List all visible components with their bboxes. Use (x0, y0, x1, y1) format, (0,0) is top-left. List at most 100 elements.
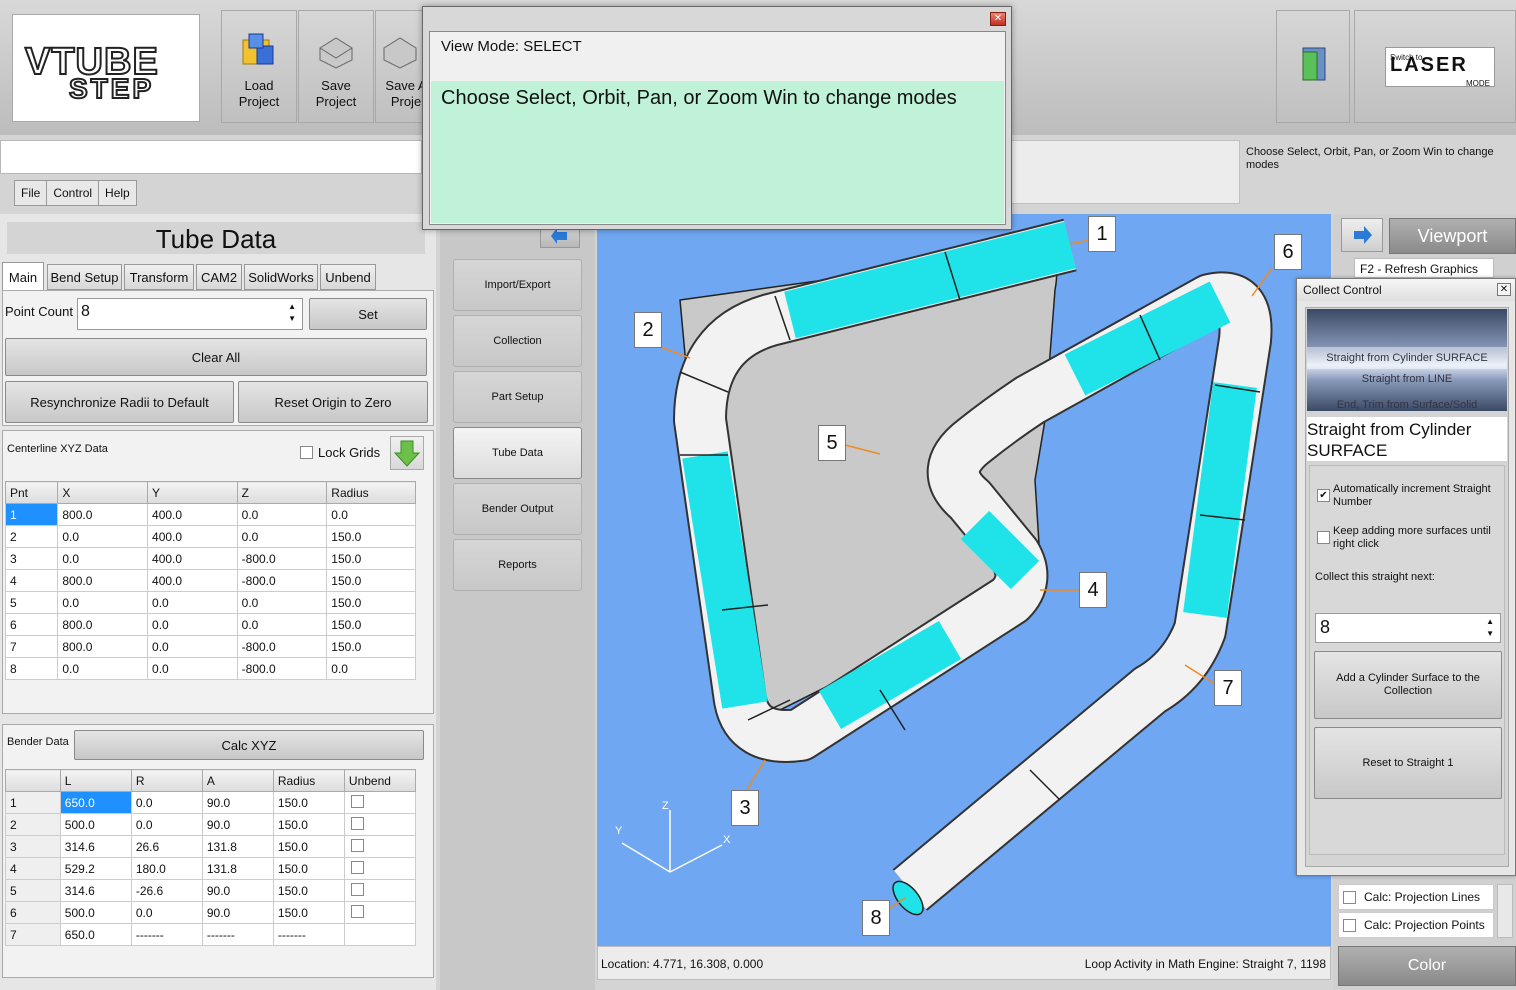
xyz-cell[interactable]: 0.0 (57, 525, 149, 548)
xyz-col-header[interactable]: Y (147, 481, 238, 504)
unbend-cell[interactable] (343, 857, 417, 880)
bender-cell[interactable]: 150.0 (272, 835, 345, 858)
xyz-cell[interactable]: 0.0 (147, 613, 238, 636)
unbend-cell[interactable] (343, 901, 417, 924)
bender-row[interactable]: 6 500.0 0.0 90.0 150.0 (5, 901, 417, 924)
bender-cell[interactable]: 5 (5, 879, 61, 902)
refresh-graphics-item[interactable]: F2 - Refresh Graphics (1354, 258, 1494, 278)
bender-row[interactable]: 5 314.6 -26.6 90.0 150.0 (5, 879, 417, 902)
xyz-cell[interactable]: 400.0 (147, 503, 238, 526)
calc-xyz-button[interactable]: Calc XYZ (74, 730, 424, 760)
xyz-cell[interactable]: 0.0 (326, 503, 416, 526)
side-reports[interactable]: Reports (453, 539, 582, 591)
xyz-cell[interactable]: -800.0 (236, 657, 328, 680)
clear-all-button[interactable]: Clear All (5, 338, 427, 376)
xyz-cell[interactable]: 800.0 (57, 569, 149, 592)
collect-type-list[interactable]: Straight from Cylinder SURFACE Straight … (1307, 309, 1507, 411)
bender-cell[interactable]: 650.0 (59, 791, 132, 814)
xyz-cell[interactable]: 150.0 (326, 569, 416, 592)
bender-col-header[interactable]: Radius (272, 769, 345, 792)
calc-points-checkbox[interactable] (1343, 918, 1356, 932)
auto-increment-checkbox[interactable]: ✔ (1317, 489, 1330, 502)
collect-type-item-1[interactable]: Straight from Cylinder SURFACE (1307, 347, 1507, 369)
bender-row[interactable]: 7 650.0 ------- ------- ------- (5, 923, 417, 946)
menu-help[interactable]: Help (99, 181, 136, 205)
xyz-row[interactable]: 3 0.0 400.0 -800.0 150.0 (4, 547, 416, 570)
xyz-cell[interactable]: 0.0 (326, 657, 416, 680)
load-project-button[interactable]: Load Project (221, 10, 297, 123)
bender-cell[interactable]: 0.0 (130, 901, 203, 924)
resync-radii-button[interactable]: Resynchronize Radii to Default (5, 381, 234, 423)
right-panel-scrollbar[interactable] (1497, 884, 1513, 938)
xyz-col-header[interactable]: Z (236, 481, 328, 504)
bender-cell[interactable]: 4 (5, 857, 61, 880)
xyz-cell[interactable]: 7 (4, 635, 59, 658)
bender-col-header[interactable]: A (201, 769, 274, 792)
bender-row[interactable]: 3 314.6 26.6 131.8 150.0 (5, 835, 417, 858)
keep-adding-checkbox[interactable] (1317, 531, 1330, 544)
xyz-row[interactable]: 5 0.0 0.0 0.0 150.0 (4, 591, 416, 614)
bender-cell[interactable]: -26.6 (130, 879, 203, 902)
bender-cell[interactable]: 1 (5, 791, 61, 814)
expand-button[interactable] (1341, 218, 1383, 252)
xyz-row[interactable]: 7 800.0 0.0 -800.0 150.0 (4, 635, 416, 658)
xyz-cell[interactable]: 150.0 (326, 525, 416, 548)
graphics-viewport[interactable] (597, 214, 1331, 946)
xyz-col-header[interactable]: X (57, 481, 149, 504)
xyz-cell[interactable]: 150.0 (326, 613, 416, 636)
add-cylinder-surface-button[interactable]: Add a Cylinder Surface to the Collection (1314, 651, 1502, 719)
unbend-checkbox[interactable] (350, 838, 364, 852)
xyz-cell[interactable]: 400.0 (147, 547, 238, 570)
bender-cell[interactable]: 529.2 (59, 857, 132, 880)
xyz-cell[interactable]: 8 (4, 657, 59, 680)
lock-grids-checkbox[interactable] (300, 446, 313, 459)
bender-cell[interactable]: 6 (5, 901, 61, 924)
unbend-cell[interactable] (343, 923, 417, 946)
bender-cell[interactable]: 0.0 (130, 813, 203, 836)
xyz-cell[interactable]: -800.0 (236, 569, 328, 592)
xyz-cell[interactable]: 150.0 (326, 591, 416, 614)
side-part-setup[interactable]: Part Setup (453, 371, 582, 423)
side-import-export[interactable]: Import/Export (453, 259, 582, 311)
xyz-col-header[interactable]: Pnt (4, 481, 59, 504)
bender-cell[interactable]: 650.0 (59, 923, 132, 946)
bender-cell[interactable]: 131.8 (201, 835, 274, 858)
unbend-checkbox[interactable] (350, 816, 364, 830)
xyz-cell[interactable]: 0.0 (57, 657, 149, 680)
reset-origin-button[interactable]: Reset Origin to Zero (238, 381, 428, 423)
side-collection[interactable]: Collection (453, 315, 582, 367)
bender-cell[interactable]: 131.8 (201, 857, 274, 880)
xyz-cell[interactable]: 400.0 (147, 569, 238, 592)
bender-cell[interactable]: 90.0 (201, 791, 274, 814)
bender-cell[interactable]: 3 (5, 835, 61, 858)
save-project-button[interactable]: Save Project (298, 10, 374, 123)
calc-projection-points-item[interactable]: Calc: Projection Points (1338, 912, 1494, 938)
tab-transform[interactable]: Transform (124, 264, 194, 290)
xyz-cell[interactable]: 800.0 (57, 635, 149, 658)
bender-cell[interactable]: ------- (201, 923, 274, 946)
calc-lines-checkbox[interactable] (1343, 890, 1356, 904)
calc-projection-lines-item[interactable]: Calc: Projection Lines (1338, 884, 1494, 910)
xyz-cell[interactable]: 0.0 (57, 591, 149, 614)
exit-button[interactable] (1276, 10, 1350, 123)
xyz-row[interactable]: 2 0.0 400.0 0.0 150.0 (4, 525, 416, 548)
bender-cell[interactable]: 150.0 (272, 879, 345, 902)
straight-number-input[interactable]: 8 ▲ ▼ (1315, 613, 1501, 643)
tab-unbend[interactable]: Unbend (320, 264, 376, 290)
xyz-cell[interactable]: -800.0 (236, 547, 328, 570)
xyz-row[interactable]: 8 0.0 0.0 -800.0 0.0 (4, 657, 416, 680)
xyz-cell[interactable]: 0.0 (147, 635, 238, 658)
unbend-cell[interactable] (343, 879, 417, 902)
point-count-input[interactable]: 8 ▲ ▼ (77, 298, 303, 330)
bender-cell[interactable]: 150.0 (272, 813, 345, 836)
bender-col-header[interactable] (5, 769, 61, 792)
bender-cell[interactable]: 90.0 (201, 879, 274, 902)
unbend-cell[interactable] (343, 813, 417, 836)
xyz-row[interactable]: 6 800.0 0.0 0.0 150.0 (4, 613, 416, 636)
collect-type-item-3[interactable]: End, Trim from Surface/Solid (1307, 399, 1507, 411)
xyz-cell[interactable]: 800.0 (57, 613, 149, 636)
xyz-cell[interactable]: 0.0 (236, 503, 328, 526)
xyz-cell[interactable]: 400.0 (147, 525, 238, 548)
xyz-cell[interactable]: 150.0 (326, 635, 416, 658)
bender-cell[interactable]: 150.0 (272, 857, 345, 880)
